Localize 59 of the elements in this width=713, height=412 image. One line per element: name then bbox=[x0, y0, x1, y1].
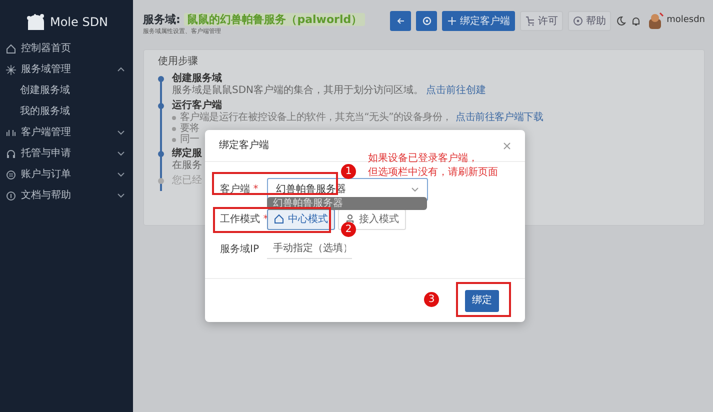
account-icon bbox=[6, 170, 16, 180]
sidebar-subitem[interactable]: 我的服务域 bbox=[0, 101, 133, 122]
annotation-note: 如果设备已登录客户端， 但选项栏中没有，请刷新页面 bbox=[368, 152, 498, 180]
info-icon bbox=[6, 190, 16, 200]
sidebar-item[interactable]: 托管与申请 bbox=[0, 143, 133, 164]
sidebar-item[interactable]: 账户与订单 bbox=[0, 164, 133, 185]
sidebar-item[interactable]: 控制器首页 bbox=[0, 38, 133, 59]
step-link[interactable]: 点击前往创建 bbox=[426, 85, 486, 96]
help-icon bbox=[573, 16, 584, 26]
user-name[interactable]: molesdn bbox=[666, 14, 705, 28]
license-button[interactable]: 许可 bbox=[520, 11, 564, 31]
sidebar-item[interactable]: 文档与帮助 bbox=[0, 185, 133, 206]
back-icon bbox=[396, 16, 406, 26]
help-button[interactable]: 帮助 bbox=[568, 11, 612, 31]
moon-icon bbox=[616, 16, 626, 26]
home-icon bbox=[6, 44, 16, 54]
settings-button[interactable] bbox=[416, 11, 438, 31]
page-title: 服务域: 鼠鼠的幻兽帕鲁服务（palworld） bbox=[143, 12, 366, 27]
bullet-text: 同一 bbox=[180, 134, 200, 145]
step-text: 服务域是鼠鼠SDN客户端的集合，其用于划分访问区域。 点击前往创建 bbox=[172, 85, 486, 97]
step-title: 运行客户端 bbox=[172, 100, 222, 112]
sidebar-item[interactable]: 服务域管理 bbox=[0, 59, 133, 80]
sidebar-subitem[interactable]: 创建服务域 bbox=[0, 80, 133, 101]
settings-icon bbox=[422, 16, 432, 26]
headset-icon bbox=[6, 148, 16, 158]
field-label: 客户端 * bbox=[220, 182, 260, 196]
signal-icon bbox=[6, 128, 16, 138]
chevron-icon bbox=[411, 186, 419, 192]
back-button[interactable] bbox=[390, 11, 412, 31]
step-text: 您已经 bbox=[172, 175, 202, 187]
bell-icon bbox=[631, 16, 642, 26]
bullet-dot bbox=[172, 116, 176, 120]
close-icon[interactable] bbox=[503, 142, 511, 150]
step-link[interactable]: 点击前往客户端下载 bbox=[456, 112, 543, 123]
step-title: 绑定服 bbox=[172, 148, 202, 160]
bullet-dot bbox=[172, 138, 176, 142]
field-label: 服务域IP bbox=[220, 242, 260, 256]
bullet-text: 要将 bbox=[180, 123, 200, 134]
dropdown-tooltip: 幻兽帕鲁服务器 bbox=[267, 197, 427, 210]
step-marker: 3 bbox=[424, 292, 439, 307]
person-icon bbox=[345, 214, 355, 224]
logo-icon bbox=[24, 13, 47, 31]
bind-button[interactable]: 绑定 bbox=[465, 290, 499, 312]
sidebar-item[interactable]: 客户端管理 bbox=[0, 122, 133, 143]
highlight-box bbox=[456, 282, 511, 317]
plus-icon bbox=[447, 16, 458, 26]
step-marker: 1 bbox=[341, 164, 356, 179]
cart-icon bbox=[525, 16, 536, 26]
bullet-dot bbox=[172, 126, 176, 130]
card-title: 使用步骤 bbox=[158, 54, 199, 69]
avatar-icon bbox=[646, 12, 664, 30]
logo-text: Mole SDN bbox=[50, 14, 108, 31]
step-marker: 2 bbox=[341, 222, 356, 237]
bind-client-button[interactable]: 绑定客户端 bbox=[442, 11, 516, 31]
modal-title: 绑定客户端 bbox=[219, 138, 269, 153]
home-icon bbox=[274, 214, 284, 224]
step-title: 创建服务域 bbox=[172, 73, 222, 84]
step-text: 在服务 bbox=[172, 160, 202, 172]
bullet-text: 客户端是运行在被控设备上的软件，其充当“无头”的设备身份， bbox=[180, 112, 452, 123]
